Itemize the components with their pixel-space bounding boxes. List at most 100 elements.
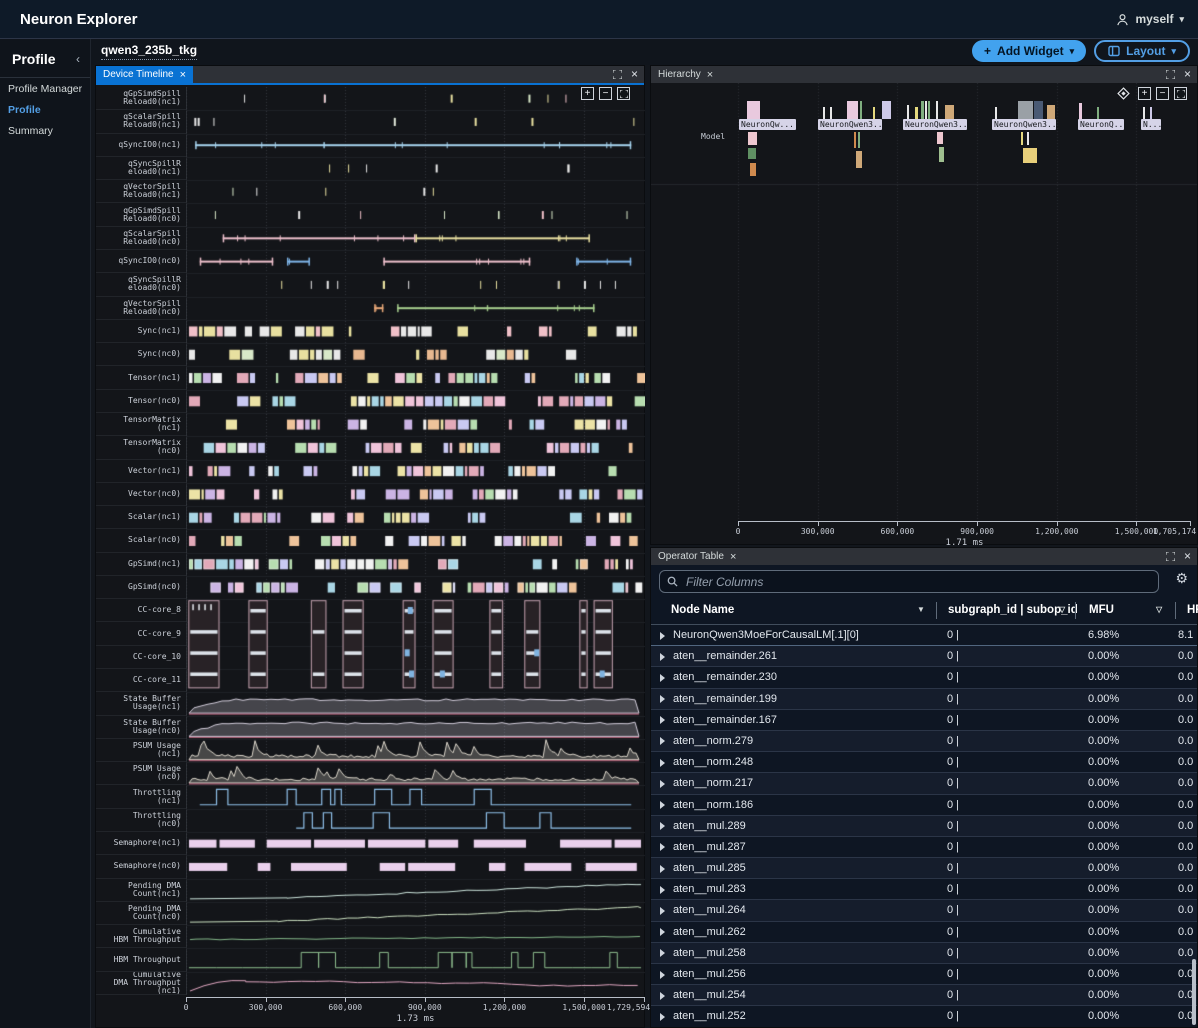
hierarchy-op-mark[interactable] [928,101,930,119]
expand-row-icon[interactable] [660,949,665,957]
table-row[interactable]: aten__norm.1860 |0.00%0.0 [651,795,1197,816]
hierarchy-node-label[interactable]: NeuronQwen3... [818,119,882,130]
timeline-track-label[interactable]: CC-core_10 [96,646,186,669]
hierarchy-node-label[interactable]: NeuronQw... [739,119,796,130]
expand-row-icon[interactable] [660,865,665,873]
table-row[interactable]: aten__mul.2850 |0.00%0.0 [651,858,1197,879]
table-row[interactable]: aten__norm.2170 |0.00%0.0 [651,773,1197,794]
timeline-track-label[interactable]: Tensor(nc1) [96,366,186,389]
table-row[interactable]: aten__mul.2560 |0.00%0.0 [651,964,1197,985]
close-icon[interactable]: × [180,70,186,80]
filter-columns-field[interactable] [659,570,1159,593]
hierarchy-op-mark[interactable] [1047,105,1055,119]
hierarchy-op-mark[interactable] [915,107,918,119]
table-row[interactable]: aten__mul.2520 |0.00%0.0 [651,1006,1197,1027]
hierarchy-op-mark[interactable] [1023,148,1037,163]
zoom-out-button[interactable]: − [1156,87,1169,100]
timeline-track-label[interactable]: Cumulative HBM Throughput [96,925,186,948]
hierarchy-node-label[interactable]: NeuronQwen3... [992,119,1056,130]
device-timeline-tab[interactable]: Device Timeline × [96,66,193,83]
timeline-track-label[interactable]: qScalarSpill Reload0(nc0) [96,227,186,250]
timeline-track-label[interactable]: TensorMatrix (nc0) [96,436,186,459]
hierarchy-op-mark[interactable] [748,132,757,145]
timeline-track-label[interactable]: qVectorSpill Reload0(nc0) [96,297,186,320]
expand-row-icon[interactable] [660,971,665,979]
hierarchy-op-mark[interactable] [1034,101,1043,119]
hierarchy-op-mark[interactable] [1143,107,1145,119]
hierarchy-op-mark[interactable] [936,101,938,119]
table-row[interactable]: aten__norm.2790 |0.00%0.0 [651,731,1197,752]
table-row[interactable]: aten__mul.2890 |0.00%0.0 [651,816,1197,837]
expand-row-icon[interactable] [660,759,665,767]
hierarchy-op-mark[interactable] [939,147,944,162]
zoom-fit-button[interactable] [617,87,630,100]
timeline-track-label[interactable]: qVectorSpill Reload0(nc1) [96,180,186,203]
hierarchy-op-mark[interactable] [748,148,756,159]
close-icon[interactable]: × [730,552,736,562]
expand-row-icon[interactable] [660,1013,665,1021]
table-row[interactable]: aten__remainder.1990 |0.00%0.0 [651,689,1197,710]
hierarchy-op-mark[interactable] [882,101,891,119]
hierarchy-op-mark[interactable] [856,151,862,168]
timeline-track-label[interactable]: CC-core_9 [96,622,186,645]
expand-row-icon[interactable] [660,822,665,830]
expand-icon[interactable] [1166,70,1175,79]
hierarchy-node-label[interactable]: N... [1141,119,1161,130]
timeline-track-label[interactable]: Semaphore(nc0) [96,855,186,878]
layers-icon[interactable] [1117,87,1130,100]
hierarchy-op-mark[interactable] [921,101,924,119]
hierarchy-op-mark[interactable] [847,101,858,119]
timeline-track-label[interactable]: State Buffer Usage(nc1) [96,692,186,715]
timeline-track-label[interactable]: Vector(nc0) [96,483,186,506]
timeline-track-label[interactable]: HBM Throughput [96,948,186,971]
timeline-track-label[interactable]: PSUM Usage (nc1) [96,739,186,762]
close-icon[interactable]: × [1184,551,1191,561]
timeline-track-label[interactable]: qSyncIO0(nc0) [96,250,186,273]
expand-row-icon[interactable] [660,653,665,661]
timeline-track-label[interactable]: qSyncIO0(nc1) [96,134,186,157]
gear-icon[interactable]: ⚙ [1175,570,1188,587]
timeline-track-label[interactable]: qScalarSpill Reload0(nc1) [96,110,186,133]
expand-icon[interactable] [1166,552,1175,561]
hierarchy-op-mark[interactable] [860,101,862,119]
filter-columns-input[interactable] [684,574,1151,590]
timeline-track-label[interactable]: CC-core_11 [96,669,186,692]
hierarchy-op-mark[interactable] [830,107,832,119]
timeline-track-label[interactable]: Throttling (nc1) [96,785,186,808]
sidebar-item-profile[interactable]: Profile [0,99,90,120]
sidebar-collapse-icon[interactable]: ‹ [76,52,80,66]
expand-row-icon[interactable] [660,780,665,788]
column-mfu[interactable]: MFU [1089,604,1114,616]
column-hfu[interactable]: HF [1187,604,1198,616]
expand-row-icon[interactable] [660,695,665,703]
table-row[interactable]: aten__mul.2640 |0.00%0.0 [651,900,1197,921]
filter-column-icon[interactable]: ▽ [1059,605,1065,614]
timeline-track-label[interactable]: State Buffer Usage(nc0) [96,716,186,739]
hierarchy-op-mark[interactable] [747,101,760,119]
expand-row-icon[interactable] [660,737,665,745]
expand-icon[interactable] [613,70,622,79]
hierarchy-op-mark[interactable] [1018,101,1033,119]
table-row[interactable]: NeuronQwen3MoeForCausalLM[.1][0]0 |6.98%… [651,625,1197,646]
timeline-track-label[interactable]: Sync(nc0) [96,343,186,366]
sidebar-item-profile-manager[interactable]: Profile Manager [0,78,90,99]
expand-row-icon[interactable] [660,886,665,894]
hierarchy-op-mark[interactable] [945,105,954,119]
timeline-track-label[interactable]: qGpSimdSpill Reload0(nc1) [96,87,186,110]
timeline-track-label[interactable]: Throttling (nc0) [96,809,186,832]
hierarchy-op-mark[interactable] [1097,107,1099,119]
timeline-track-label[interactable]: Cumulative DMA Throughput (nc1) [96,972,186,995]
zoom-in-button[interactable]: + [1138,87,1151,100]
zoom-out-button[interactable]: − [599,87,612,100]
hierarchy-op-mark[interactable] [925,101,927,119]
user-menu[interactable]: myself ▾ [1116,0,1184,38]
sort-desc-icon[interactable]: ▼ [917,605,925,614]
table-row[interactable]: aten__mul.2540 |0.00%0.0 [651,985,1197,1006]
timeline-track-label[interactable]: Pending DMA Count(nc1) [96,879,186,902]
table-row[interactable]: aten__remainder.2610 |0.00%0.0 [651,646,1197,667]
expand-row-icon[interactable] [660,928,665,936]
zoom-in-button[interactable]: + [581,87,594,100]
expand-row-icon[interactable] [660,716,665,724]
layout-button[interactable]: Layout ▾ [1094,40,1190,62]
hierarchy-op-mark[interactable] [907,105,909,119]
